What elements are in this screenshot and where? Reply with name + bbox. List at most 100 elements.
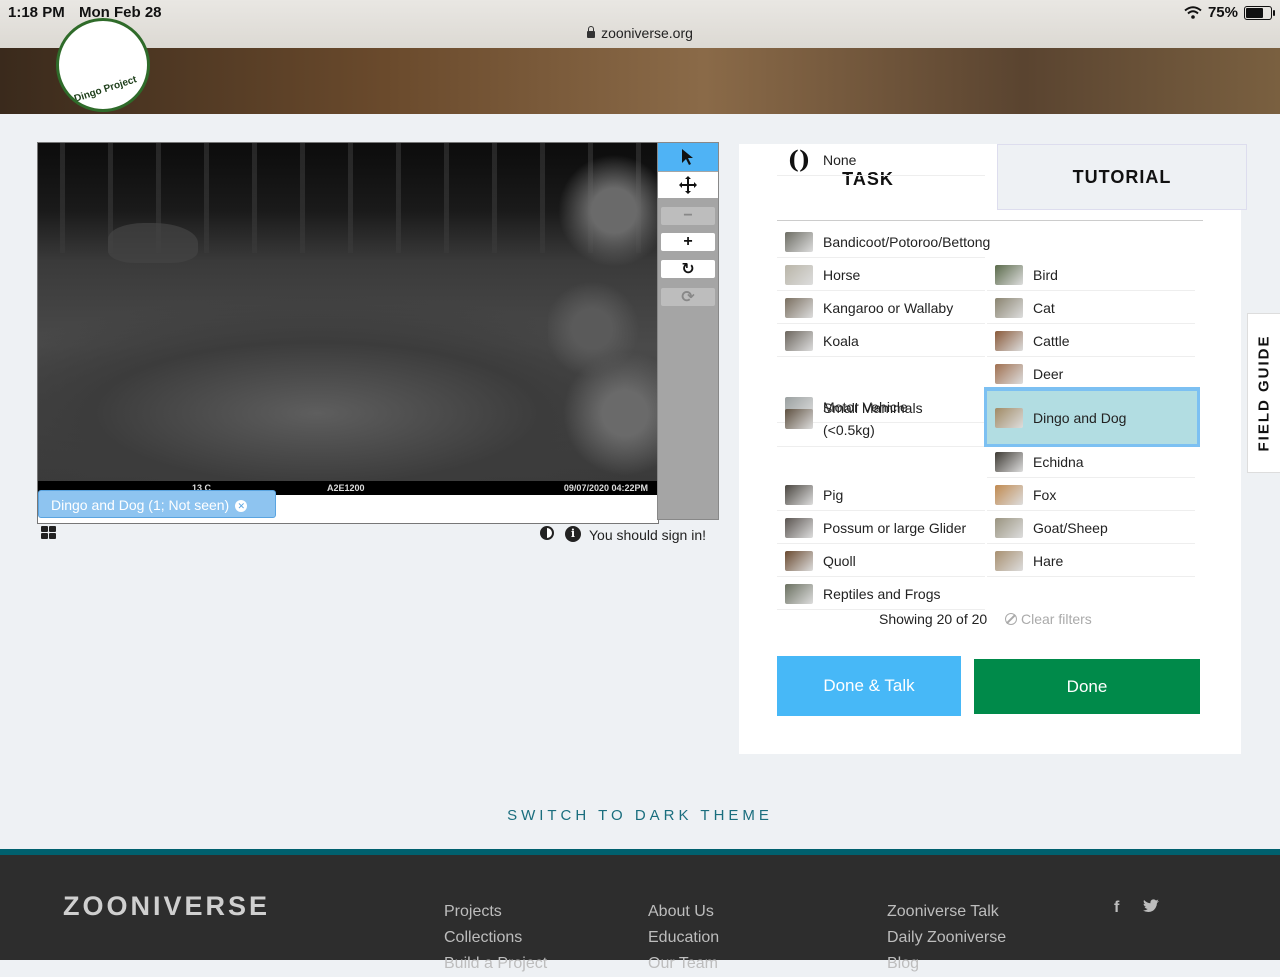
choice-horse[interactable]: Horse (777, 259, 985, 291)
choice-label: Hare (1033, 552, 1064, 569)
choice-thumbnail (995, 407, 1023, 428)
footer-link-about[interactable]: About Us (648, 899, 719, 925)
choice-possum-or-large-glider[interactable]: Possum or large Glider (777, 512, 985, 544)
choice-bandicoot-potoroo-bettong[interactable]: Bandicoot/Potoroo/Bettong (777, 226, 990, 258)
grid-icon[interactable] (41, 526, 57, 540)
footer-col-projects: Projects Collections Build a Project (444, 899, 547, 977)
image-toolbar: − + ↻ ⟳ (657, 142, 719, 520)
choice-bird[interactable]: Bird (987, 259, 1195, 291)
info-icon[interactable]: i (565, 526, 581, 542)
choice-thumbnail (785, 330, 813, 351)
choice-hare[interactable]: Hare (987, 545, 1195, 577)
choice-cattle[interactable]: Cattle (987, 325, 1195, 357)
clear-filters-button[interactable]: Clear filters (1005, 611, 1092, 627)
choice-thumbnail (785, 517, 813, 538)
choice-dingo-and-dog[interactable]: Dingo and Dog (984, 387, 1200, 447)
site-footer: ZOONIVERSE Projects Collections Build a … (0, 849, 1280, 972)
choice-small-mammals-0-5kg[interactable]: Small Mammals (<0.5kg) (777, 392, 985, 447)
lock-icon (587, 26, 596, 38)
choice-fox[interactable]: Fox (987, 479, 1195, 511)
field-guide-label: FIELD GUIDE (1255, 334, 1273, 452)
annotation-tag[interactable]: Dingo and Dog (1; Not seen) ✕ (38, 490, 276, 518)
choice-thumbnail (785, 484, 813, 505)
move-tool-button[interactable] (658, 172, 718, 198)
refresh-icon: ⟳ (681, 289, 695, 306)
camera-trap-image[interactable] (38, 143, 658, 481)
choice-thumbnail (995, 264, 1023, 285)
divider (777, 220, 1203, 221)
choice-thumbnail (995, 550, 1023, 571)
choice-cat[interactable]: Cat (987, 292, 1195, 324)
choice-thumbnail (785, 264, 813, 285)
footer-link-collections[interactable]: Collections (444, 925, 547, 951)
rotate-button[interactable]: ↻ (661, 260, 715, 278)
choice-deer[interactable]: Deer (987, 358, 1195, 390)
footer-link-daily[interactable]: Daily Zooniverse (887, 925, 1006, 951)
zoom-in-button[interactable]: + (661, 233, 715, 251)
choice-thumbnail (995, 517, 1023, 538)
battery-percent: 75% (1207, 4, 1238, 21)
footer-link-team[interactable]: Our Team (648, 951, 719, 977)
choice-pig[interactable]: Pig (777, 479, 985, 511)
zoom-out-button[interactable]: − (661, 207, 715, 225)
zooniverse-logo[interactable]: ZOONIVERSE (63, 891, 270, 922)
sign-in-notice: You should sign in! (589, 527, 707, 543)
choice-label: None (823, 151, 857, 168)
minus-icon: − (683, 207, 693, 224)
choice-label: Bird (1033, 266, 1058, 283)
done-button[interactable]: Done (974, 659, 1200, 714)
choice-thumbnail (785, 231, 813, 252)
choice-echidna[interactable]: Echidna (987, 446, 1195, 478)
choice-koala[interactable]: Koala (777, 325, 985, 357)
strip-camera-id: A2E1200 (327, 483, 365, 493)
choice-label: Quoll (823, 552, 856, 569)
choice-kangaroo-or-wallaby[interactable]: Kangaroo or Wallaby (777, 292, 985, 324)
switch-dark-theme-button[interactable]: SWITCH TO DARK THEME (0, 807, 1280, 824)
choice-label: Cattle (1033, 332, 1070, 349)
choice-label: Possum or large Glider (823, 519, 967, 536)
annotation-tag-text: Dingo and Dog (1; Not seen) (51, 497, 230, 513)
address-bar[interactable]: zooniverse.org (0, 25, 1280, 41)
rotate-icon: ↻ (681, 261, 695, 278)
url-text: zooniverse.org (601, 25, 693, 41)
footer-link-talk[interactable]: Zooniverse Talk (887, 899, 1006, 925)
close-icon[interactable]: ✕ (235, 500, 248, 513)
tab-tutorial[interactable]: TUTORIAL (997, 144, 1247, 210)
foliage (548, 143, 658, 481)
cursor-icon (682, 149, 693, 165)
choice-label: Horse (823, 266, 861, 283)
contrast-icon[interactable] (540, 526, 554, 540)
choice-thumbnail (995, 363, 1023, 384)
subject-viewer[interactable]: 13 C A2E1200 09/07/2020 04:22PM (37, 142, 659, 524)
field-guide-tab[interactable]: FIELD GUIDE (1247, 313, 1280, 473)
choice-label: Small Mammals (<0.5kg) (823, 400, 923, 438)
choice-label: Reptiles and Frogs (823, 585, 941, 602)
choice-goat-sheep[interactable]: Goat/Sheep (987, 512, 1195, 544)
choice-reptiles-and-frogs[interactable]: Reptiles and Frogs (777, 578, 985, 610)
footer-link-education[interactable]: Education (648, 925, 719, 951)
choice-thumbnail (785, 583, 813, 604)
choice-thumbnail (785, 409, 813, 429)
move-icon (679, 176, 697, 194)
footer-link-projects[interactable]: Projects (444, 899, 547, 925)
choice-thumbnail (995, 451, 1023, 472)
choice-label: Cat (1033, 299, 1055, 316)
social-links: f (1114, 899, 1160, 917)
dingo-figure (108, 223, 198, 263)
pointer-tool-button[interactable] (658, 143, 718, 171)
footer-link-build-project[interactable]: Build a Project (444, 951, 547, 977)
choice-label: Dingo and Dog (1033, 409, 1127, 426)
project-logo[interactable]: Dingo Project (56, 18, 150, 112)
choice-label: Fox (1033, 486, 1057, 503)
choice-quoll[interactable]: Quoll (777, 545, 985, 577)
reset-button[interactable]: ⟳ (661, 288, 715, 306)
twitter-icon[interactable] (1143, 899, 1160, 913)
choice-thumbnail (995, 297, 1023, 318)
task-panel: TASK TUTORIAL Bandicoot/Potoroo/Bettong H… (739, 144, 1247, 754)
done-and-talk-button[interactable]: Done & Talk (777, 656, 961, 716)
footer-link-blog[interactable]: Blog (887, 951, 1006, 977)
choice-label: Echidna (1033, 453, 1084, 470)
facebook-icon[interactable]: f (1114, 899, 1119, 917)
status-right: 75% (1184, 4, 1275, 21)
choice-none[interactable]: () None (777, 144, 985, 176)
